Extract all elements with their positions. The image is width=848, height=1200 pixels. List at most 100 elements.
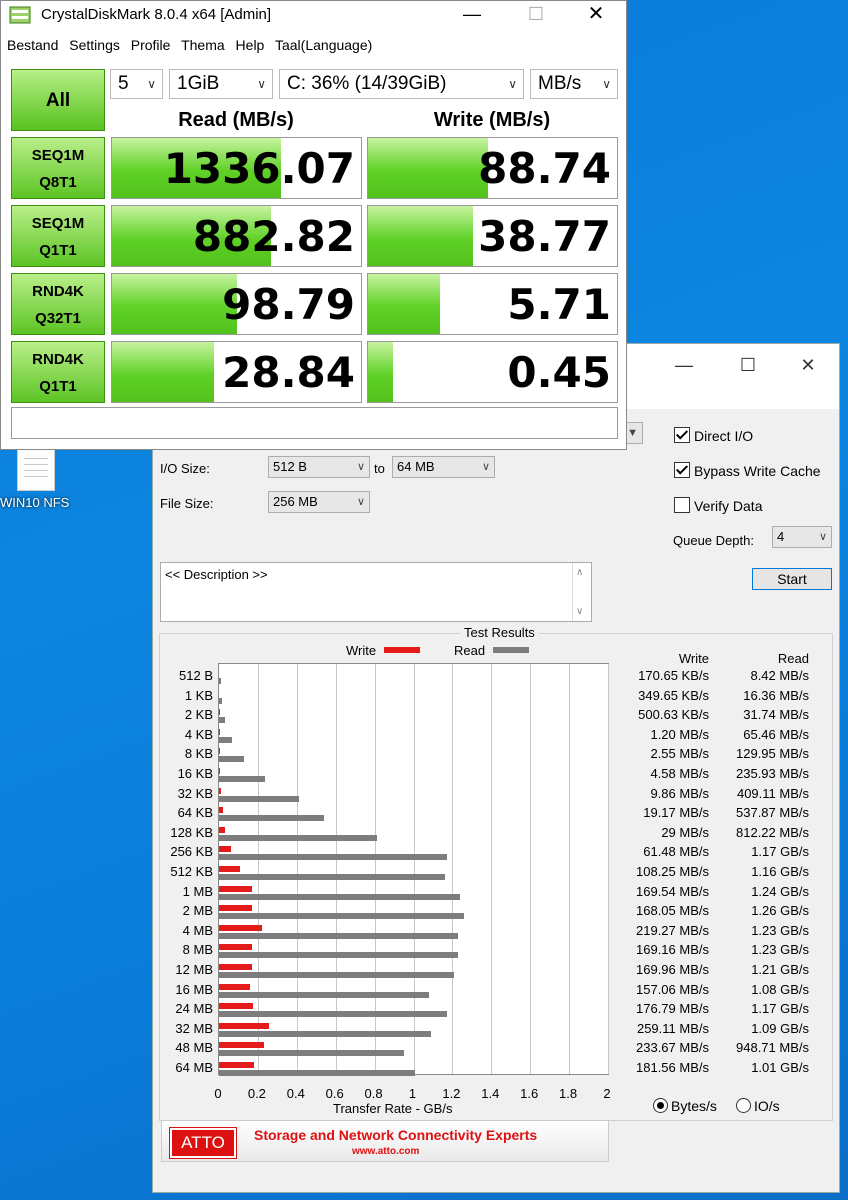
unit-value: MB/s [538, 73, 582, 94]
read-bar [219, 795, 299, 802]
close-icon[interactable]: ✕ [785, 350, 831, 380]
atto-banner[interactable]: ATTO Storage and Network Connectivity Ex… [161, 1120, 609, 1162]
test-params: Q8T1 [39, 174, 77, 191]
size-select[interactable]: 1GiB ∨ [169, 69, 273, 99]
legend-write: Write [346, 643, 421, 658]
minimize-icon[interactable]: — [449, 1, 495, 27]
y-tick-label: 12 MB [175, 962, 213, 977]
gridline [569, 664, 571, 1074]
y-tick-label: 2 KB [184, 707, 213, 723]
scroll-down-icon[interactable]: ∨ [576, 606, 583, 617]
start-button[interactable]: Start [752, 568, 832, 590]
queue-depth-value: 4 [777, 529, 785, 544]
write-value: 500.63 KB/s [638, 707, 709, 723]
menu-bar: Bestand Settings Profile Thema Help Taal… [7, 37, 379, 53]
radio-io-per-sec[interactable]: IO/s [736, 1098, 780, 1114]
description-scrollbar[interactable]: ∧ ∨ [572, 563, 591, 621]
menu-theme[interactable]: Thema [181, 37, 225, 53]
legend-write-swatch [384, 647, 421, 653]
y-tick-label: 64 MB [175, 1060, 213, 1075]
y-tick-label: 16 MB [175, 981, 213, 997]
write-bar [219, 787, 221, 794]
menu-settings[interactable]: Settings [69, 37, 120, 53]
test-name: SEQ1M [31, 147, 85, 164]
x-tick-label: 0.8 [364, 1086, 383, 1101]
write-value: 1.20 MB/s [650, 726, 709, 742]
test-params: Q32T1 [35, 310, 81, 327]
queue-depth-label: Queue Depth: [673, 533, 754, 548]
comment-field[interactable] [11, 407, 618, 439]
write-header: Write (MB/s) [433, 109, 551, 131]
read-progress-fill [112, 274, 237, 334]
write-bar [219, 826, 225, 833]
test-button-0[interactable]: SEQ1M Q8T1 [11, 137, 105, 199]
write-value: 88.74 [478, 144, 611, 193]
io-size-from-select[interactable]: 512 B ∨ [268, 456, 370, 478]
read-bar [219, 678, 221, 684]
chevron-down-icon: ▼ [627, 427, 638, 439]
chevron-down-icon: ∨ [257, 77, 266, 91]
read-bar [219, 736, 232, 743]
test-button-1[interactable]: SEQ1M Q1T1 [11, 205, 105, 267]
x-tick-label: 0.2 [247, 1086, 266, 1101]
chevron-down-icon: ∨ [147, 77, 156, 91]
read-result-2: 98.79 [111, 273, 362, 335]
queue-depth-select[interactable]: 4 ∨ [772, 526, 832, 548]
desktop-icon-win10-nfs[interactable]: WIN10 NFS [0, 445, 90, 515]
maximize-icon[interactable]: ☐ [725, 350, 771, 380]
chevron-down-icon: ∨ [356, 496, 365, 508]
close-icon[interactable]: ✕ [573, 1, 619, 27]
count-select[interactable]: 5 ∨ [110, 69, 163, 99]
write-bar [219, 846, 231, 853]
write-progress-fill [368, 274, 441, 334]
minimize-icon[interactable]: — [661, 350, 707, 380]
verify-data-checkbox[interactable]: Verify Data [674, 497, 762, 514]
read-bar [219, 874, 445, 880]
io-size-to-select[interactable]: 64 MB ∨ [392, 456, 495, 478]
to-label: to [374, 461, 385, 476]
chevron-down-icon: ∨ [508, 77, 517, 91]
io-size-to-value: 64 MB [397, 459, 435, 474]
all-button[interactable]: All [11, 69, 105, 131]
y-tick-label: 4 MB [182, 922, 213, 938]
menu-file[interactable]: Bestand [7, 37, 58, 53]
read-value: 1.01 GB/s [751, 1060, 809, 1075]
bypass-cache-checkbox[interactable]: Bypass Write Cache [674, 462, 821, 479]
write-value: 61.48 MB/s [643, 844, 709, 860]
menu-profile[interactable]: Profile [131, 37, 171, 53]
io-size-from-value: 512 B [273, 459, 307, 474]
write-bar [219, 866, 241, 872]
direct-io-label: Direct I/O [694, 428, 754, 444]
drive-select[interactable]: C: 36% (14/39GiB) ∨ [279, 69, 524, 99]
x-tick-label: 0.6 [325, 1086, 344, 1101]
legend-read-swatch [493, 647, 530, 653]
menu-language[interactable]: Taal(Language) [275, 37, 372, 53]
window-title: CrystalDiskMark 8.0.4 x64 [Admin] [41, 6, 272, 23]
file-size-select[interactable]: 256 MB ∨ [268, 491, 370, 513]
read-value: 1.23 GB/s [751, 922, 809, 938]
menu-help[interactable]: Help [236, 37, 265, 53]
unit-select[interactable]: MB/s ∨ [530, 69, 618, 99]
x-tick-label: 0 [214, 1086, 222, 1101]
x-tick-label: 2 [603, 1086, 611, 1101]
test-params: Q1T1 [39, 378, 77, 395]
desktop-icon-label: WIN10 NFS [0, 495, 70, 510]
read-bar [219, 815, 324, 822]
description-textarea[interactable]: << Description >> ∧ ∨ [160, 562, 592, 622]
test-button-3[interactable]: RND4K Q1T1 [11, 341, 105, 403]
read-bar [219, 1030, 431, 1037]
read-value: 1.08 GB/s [751, 981, 809, 997]
scroll-up-icon[interactable]: ∧ [576, 567, 583, 578]
test-button-2[interactable]: RND4K Q32T1 [11, 273, 105, 335]
direct-io-checkbox[interactable]: Direct I/O [674, 427, 753, 444]
transfer-rate-chart [218, 663, 609, 1076]
gridline [530, 664, 532, 1074]
maximize-icon[interactable]: ☐ [513, 1, 559, 27]
y-tick-label: 8 MB [182, 942, 213, 958]
read-value: 1.26 GB/s [751, 903, 809, 919]
y-tick-label: 32 KB [177, 785, 213, 801]
radio-bytes-per-sec[interactable]: Bytes/s [653, 1098, 717, 1114]
write-value: 233.67 MB/s [636, 1040, 709, 1056]
read-result-3: 28.84 [111, 341, 362, 403]
read-bar [219, 913, 465, 920]
